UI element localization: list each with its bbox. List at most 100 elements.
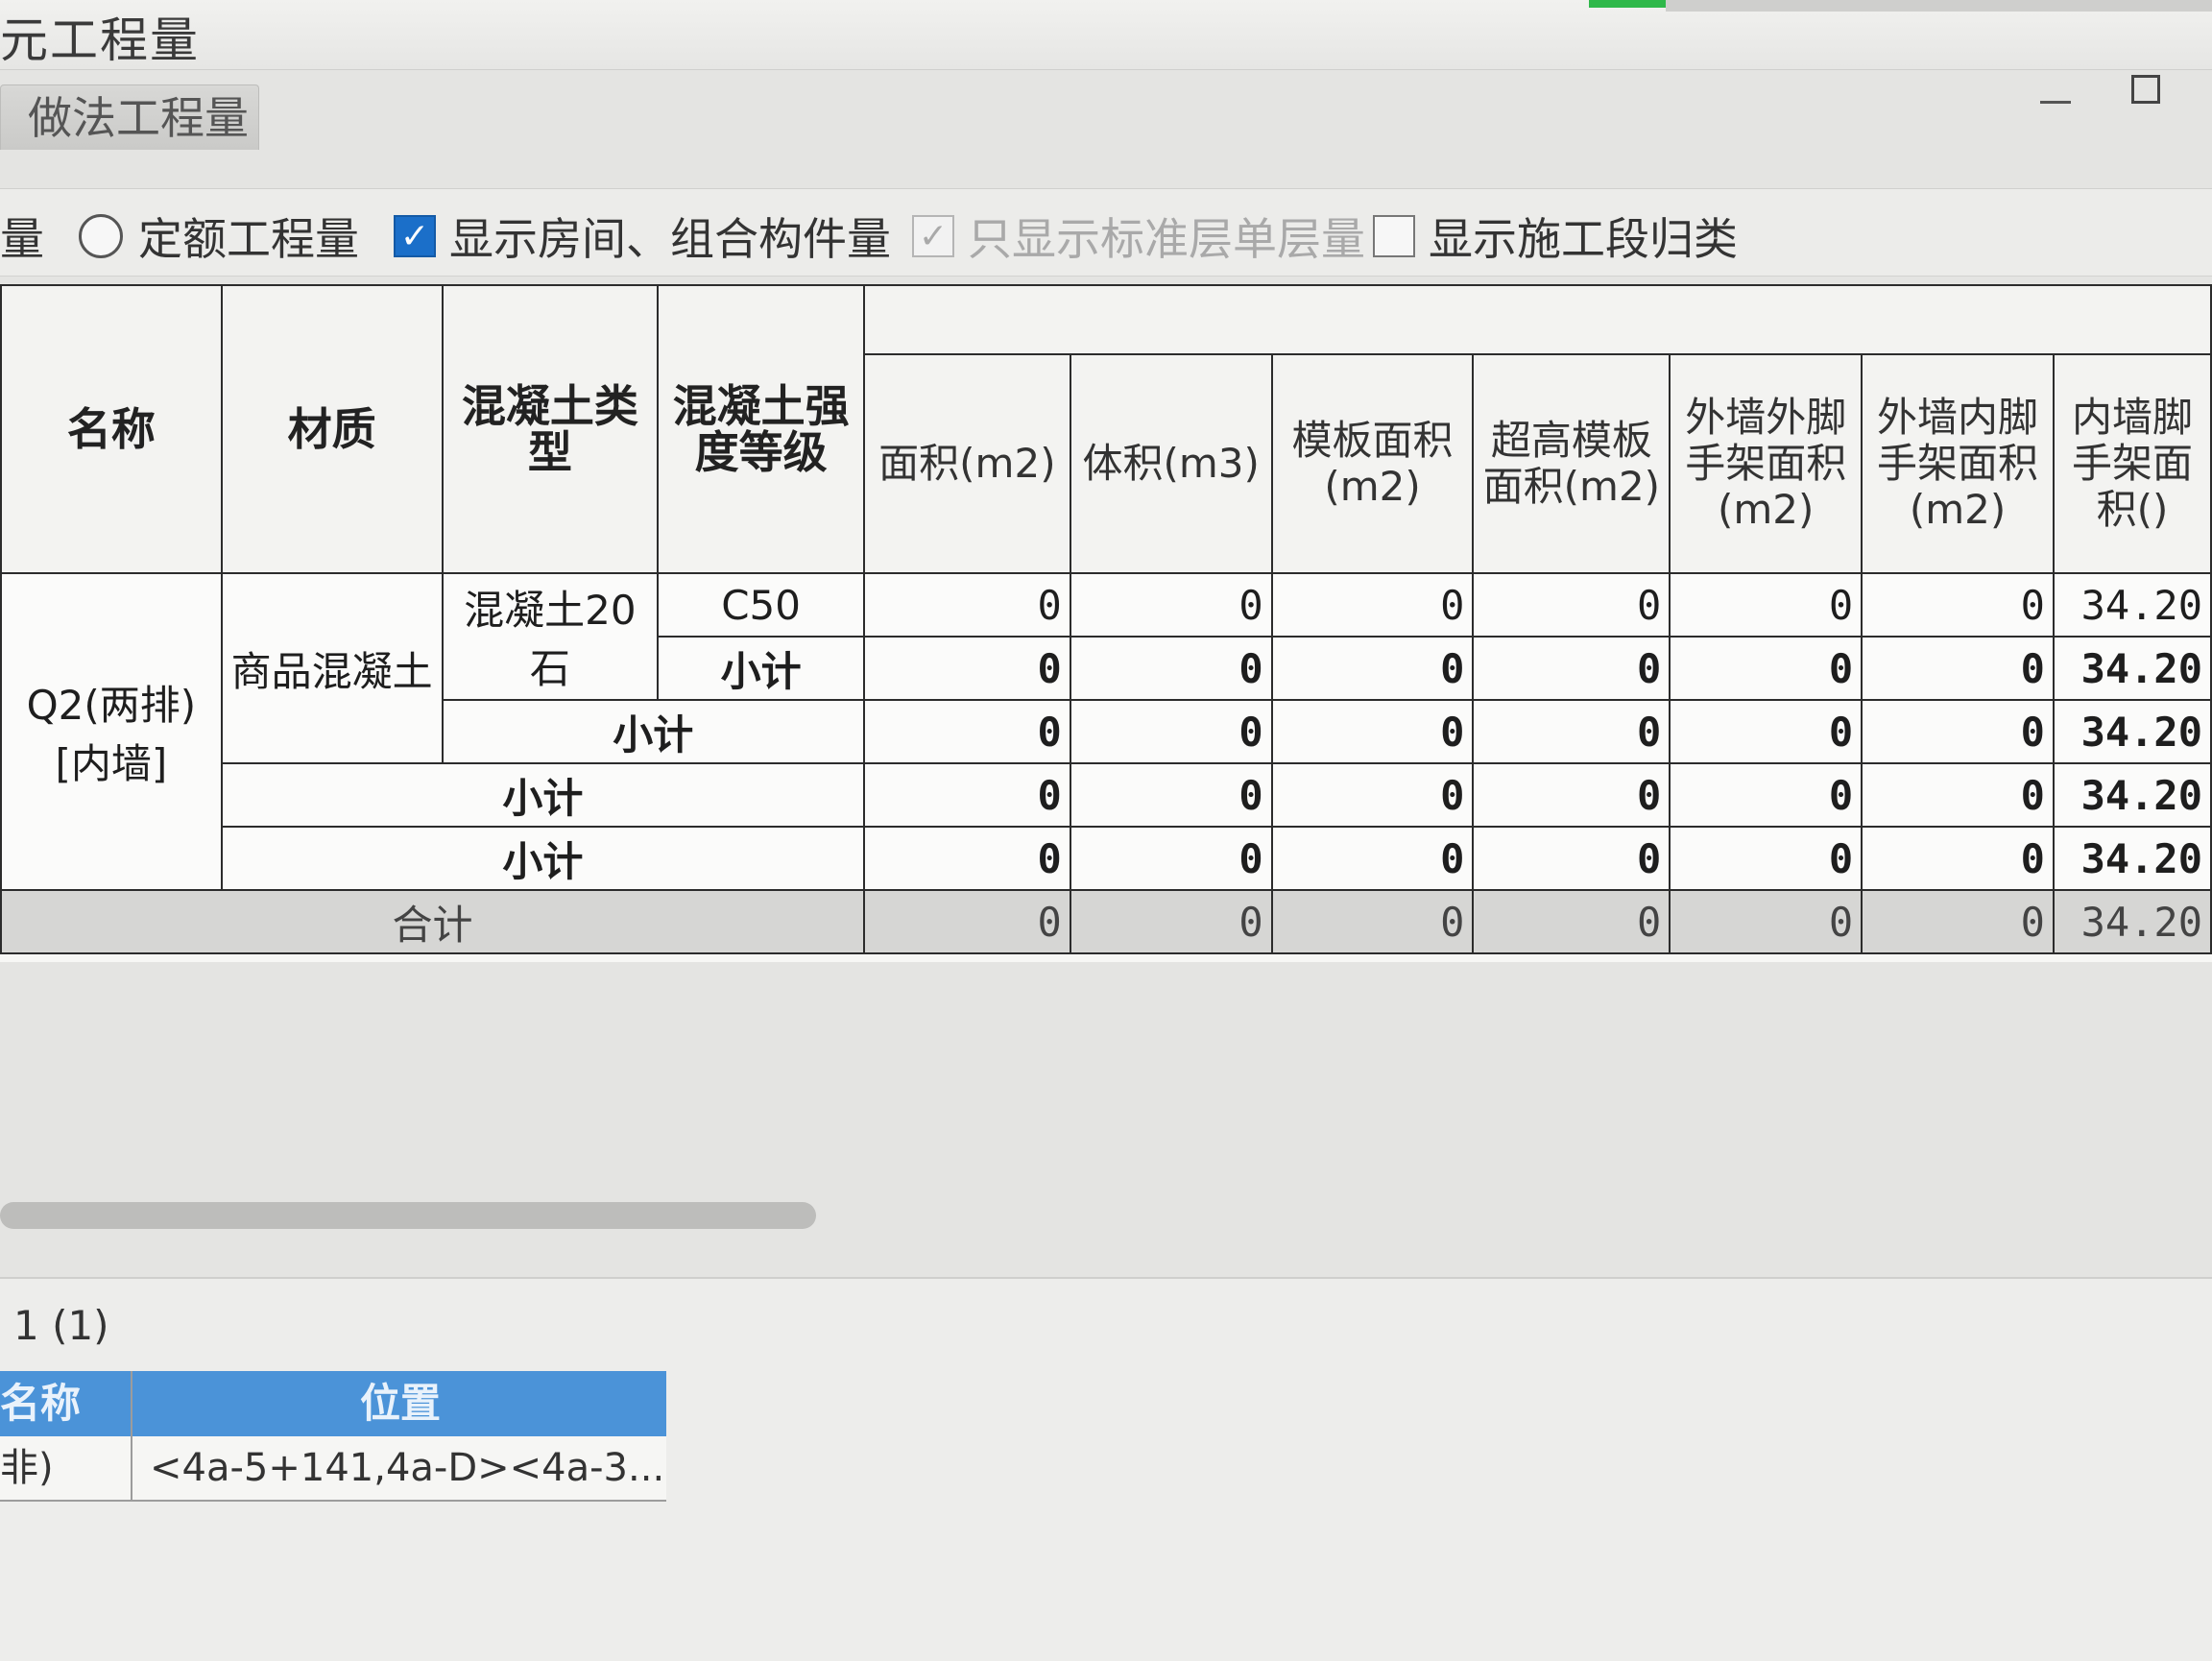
horizontal-scrollbar[interactable]	[0, 1202, 816, 1229]
cell-value[interactable]: 0	[1270, 889, 1475, 954]
cell-value[interactable]: 0	[1861, 572, 2055, 638]
bottom-panel: 1 (1) 名称 位置 非) <4a-5+141,4a-D><4a-3...	[0, 1277, 2212, 1661]
cell-grade[interactable]: C50	[657, 572, 865, 638]
cell-value[interactable]: 34.20	[2052, 699, 2212, 764]
table-row-total[interactable]: 合计 0 0 0 0 0 0 34.20	[0, 889, 2212, 954]
radio-icon[interactable]	[79, 214, 123, 258]
checkbox-construction-stage[interactable]: 显示施工段归类	[1373, 205, 1738, 268]
col-header-int-wall-scaffold[interactable]: 内墙脚手架面积()	[2052, 353, 2212, 574]
cell-value[interactable]: 0	[1270, 636, 1475, 701]
cell-value[interactable]: 34.20	[2052, 826, 2212, 891]
cell-concrete-type[interactable]: 混凝土20石	[441, 572, 660, 701]
cell-value[interactable]: 0	[1861, 636, 2055, 701]
cell-material[interactable]: 商品混凝土	[220, 572, 444, 764]
radio-quota-label: 定额工程量	[138, 213, 359, 265]
cell-value[interactable]: 0	[1270, 826, 1475, 891]
col-header-concrete-type[interactable]: 混凝土类型	[441, 284, 660, 574]
quantity-grid: 名称 材质 混凝土类型 混凝土强度等级 面积(m2) 体积(m3) 模板面积(m…	[0, 284, 2212, 962]
table-header-top: 名称 材质 混凝土类型 混凝土强度等级	[0, 284, 2212, 574]
col-header-area[interactable]: 面积(m2)	[862, 353, 1071, 574]
cell-value[interactable]: 0	[1472, 762, 1671, 828]
window-title: 元工程量	[0, 12, 200, 68]
cell-value[interactable]: 0	[1270, 699, 1475, 764]
checkbox-show-room-label: 显示房间、组合构件量	[449, 213, 891, 265]
cell-value[interactable]: 0	[1472, 636, 1671, 701]
cell-value[interactable]: 34.20	[2052, 762, 2212, 828]
col-header-name[interactable]: 名称	[0, 1371, 81, 1436]
cell-value[interactable]: 0	[1069, 889, 1273, 954]
cell-subtotal-label: 小计	[657, 636, 865, 701]
cell-value[interactable]: 0	[1069, 699, 1273, 764]
checkbox-unchecked-icon[interactable]	[1373, 215, 1415, 257]
cell-subtotal-label: 小计	[220, 762, 865, 828]
list-header: 名称 位置	[0, 1371, 666, 1436]
cell-value[interactable]: 0	[1669, 826, 1863, 891]
radio-label-left: 量	[0, 213, 44, 265]
cell-value[interactable]: 0	[1069, 636, 1273, 701]
minimize-icon[interactable]	[2040, 101, 2071, 104]
status-accent	[1589, 0, 1666, 8]
cell-value[interactable]: 0	[1472, 826, 1671, 891]
col-header-ext-wall-inner-scaffold[interactable]: 外墙内脚手架面积(m2)	[1861, 353, 2055, 574]
cell-value[interactable]: 0	[1069, 826, 1273, 891]
cell-value[interactable]: 0	[862, 572, 1071, 638]
cell-value[interactable]: 0	[1270, 572, 1475, 638]
list-item[interactable]: 非) <4a-5+141,4a-D><4a-3...	[0, 1436, 666, 1502]
cell-value[interactable]: 0	[1861, 826, 2055, 891]
list-item-position: <4a-5+141,4a-D><4a-3...	[150, 1446, 665, 1490]
cell-value[interactable]: 0	[1861, 699, 2055, 764]
options-toolbar: 量 定额工程量 ✓ 显示房间、组合构件量 ✓ 只显示标准层单层量 显示施工段归类	[0, 188, 2212, 277]
cell-value[interactable]: 34.20	[2052, 572, 2212, 638]
cell-value[interactable]: 0	[862, 889, 1071, 954]
checkbox-disabled-icon: ✓	[912, 215, 954, 257]
col-header-formwork-area[interactable]: 模板面积(m2)	[1270, 353, 1475, 574]
cell-value[interactable]: 0	[1472, 699, 1671, 764]
cell-value[interactable]: 0	[1472, 572, 1671, 638]
cell-value[interactable]: 0	[1861, 762, 2055, 828]
cell-value[interactable]: 0	[1472, 889, 1671, 954]
cell-total-label: 合计	[0, 889, 865, 954]
col-header-volume[interactable]: 体积(m3)	[1069, 353, 1273, 574]
column-divider	[131, 1371, 132, 1500]
cell-value[interactable]: 0	[862, 762, 1071, 828]
cell-value[interactable]: 0	[1069, 762, 1273, 828]
col-header-position[interactable]: 位置	[360, 1371, 441, 1436]
cell-value[interactable]: 0	[1069, 572, 1273, 638]
checkbox-construction-stage-label: 显示施工段归类	[1429, 213, 1738, 265]
selection-count: 1 (1)	[13, 1302, 109, 1349]
cell-value[interactable]: 0	[1669, 889, 1863, 954]
cell-subtotal-label: 小计	[220, 826, 865, 891]
cell-subtotal-label: 小计	[441, 699, 865, 764]
cell-value[interactable]: 0	[1669, 636, 1863, 701]
top-strip	[1666, 0, 2212, 12]
cell-value[interactable]: 0	[1669, 572, 1863, 638]
col-header-super-high-formwork[interactable]: 超高模板面积(m2)	[1472, 353, 1671, 574]
col-header-material[interactable]: 材质	[220, 284, 444, 574]
checkbox-show-room[interactable]: ✓ 显示房间、组合构件量	[394, 205, 891, 268]
cell-value[interactable]: 34.20	[2052, 889, 2212, 954]
col-header-group	[862, 284, 2212, 355]
col-header-ext-wall-outer-scaffold[interactable]: 外墙外脚手架面积(m2)	[1669, 353, 1863, 574]
col-header-concrete-grade[interactable]: 混凝土强度等级	[657, 284, 865, 574]
cell-value[interactable]: 0	[862, 699, 1071, 764]
table-row-subtotal[interactable]: 小计 0 0 0 0 0 0 34.20	[1, 762, 2212, 828]
cell-value[interactable]: 0	[1861, 889, 2055, 954]
table-row-subtotal[interactable]: 小计 0 0 0 0 0 0 34.20	[1, 826, 2212, 891]
cell-value[interactable]: 0	[1270, 762, 1475, 828]
tab-method-quantity[interactable]: 做法工程量	[0, 84, 259, 150]
cell-value[interactable]: 0	[1669, 699, 1863, 764]
cell-value[interactable]: 0	[862, 826, 1071, 891]
checkbox-std-floor: ✓ 只显示标准层单层量	[912, 205, 1365, 268]
cell-value[interactable]: 34.20	[2052, 636, 2212, 701]
cell-value[interactable]: 0	[1669, 762, 1863, 828]
maximize-icon[interactable]	[2131, 75, 2160, 104]
checkbox-std-floor-label: 只显示标准层单层量	[968, 213, 1365, 265]
radio-quota-quantity[interactable]: 定额工程量	[79, 205, 359, 268]
cell-value[interactable]: 0	[862, 636, 1071, 701]
cell-name[interactable]: Q2(两排)[内墙]	[0, 572, 223, 891]
list-item-name: 非)	[0, 1446, 54, 1490]
quantity-table: 名称 材质 混凝土类型 混凝土强度等级 面积(m2) 体积(m3) 模板面积(m…	[0, 284, 2212, 954]
col-header-name[interactable]: 名称	[0, 284, 223, 574]
checkbox-checked-icon[interactable]: ✓	[394, 215, 436, 257]
table-row[interactable]: Q2(两排)[内墙] 商品混凝土 混凝土20石 C50 0 0 0 0 0 0 …	[0, 572, 2212, 891]
